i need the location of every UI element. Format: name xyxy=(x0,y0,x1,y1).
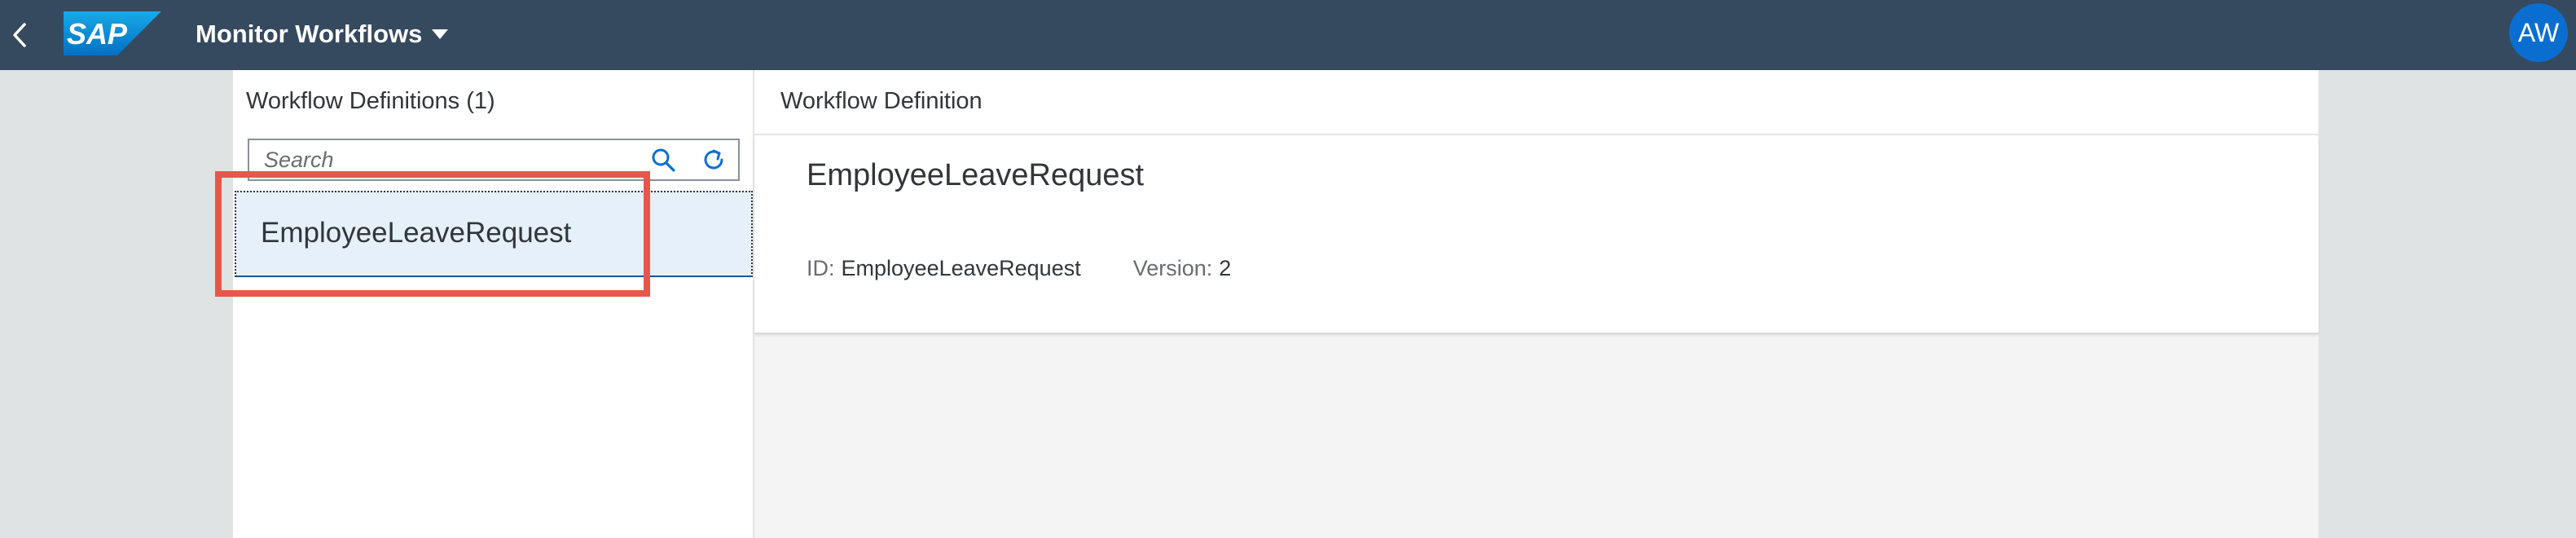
refresh-icon xyxy=(704,149,723,170)
shell-bar: SAP Monitor Workflows AW xyxy=(0,0,2576,70)
search-input[interactable] xyxy=(264,145,622,174)
object-title: EmployeeLeaveRequest xyxy=(807,158,1145,192)
list-item-label: EmployeeLeaveRequest xyxy=(261,217,572,249)
attribute-value: 2 xyxy=(1219,256,1232,280)
detail-panel: Workflow Definition EmployeeLeaveRequest… xyxy=(754,70,2319,538)
attribute-label: Version: xyxy=(1132,256,1213,280)
attribute-version: Version: 2 xyxy=(1133,256,1232,281)
detail-header-title: Workflow Definition xyxy=(780,88,982,114)
attribute-id: ID: EmployeeLeaveRequest xyxy=(807,256,1081,281)
app-title-menu[interactable]: Monitor Workflows xyxy=(196,16,449,52)
app-title: Monitor Workflows xyxy=(196,20,423,48)
search-icon xyxy=(652,148,675,172)
attribute-label: ID: xyxy=(807,256,835,280)
master-list-panel: Workflow Definitions (1) EmployeeLeaveRe… xyxy=(233,70,754,538)
user-avatar[interactable]: AW xyxy=(2509,3,2568,62)
left-gutter xyxy=(0,70,233,538)
master-list-title: Workflow Definitions (1) xyxy=(246,88,495,114)
avatar-initials: AW xyxy=(2517,17,2560,47)
attribute-value: EmployeeLeaveRequest xyxy=(841,256,1081,280)
chevron-left-icon xyxy=(13,23,26,47)
search-button[interactable] xyxy=(647,143,679,176)
attributes-row: ID: EmployeeLeaveRequest Version: 2 xyxy=(807,256,1283,281)
back-button[interactable] xyxy=(3,11,36,59)
search-field[interactable] xyxy=(248,139,740,181)
sap-logo[interactable]: SAP xyxy=(64,11,161,55)
caret-down-icon xyxy=(432,29,449,39)
list-item-employee-leave-request[interactable]: EmployeeLeaveRequest xyxy=(235,191,753,277)
right-gutter xyxy=(2319,70,2576,538)
refresh-button[interactable] xyxy=(697,143,730,176)
detail-header-bar: Workflow Definition xyxy=(754,70,2319,135)
object-header: EmployeeLeaveRequest ID: EmployeeLeaveRe… xyxy=(754,135,2319,334)
svg-text:SAP: SAP xyxy=(67,17,128,51)
